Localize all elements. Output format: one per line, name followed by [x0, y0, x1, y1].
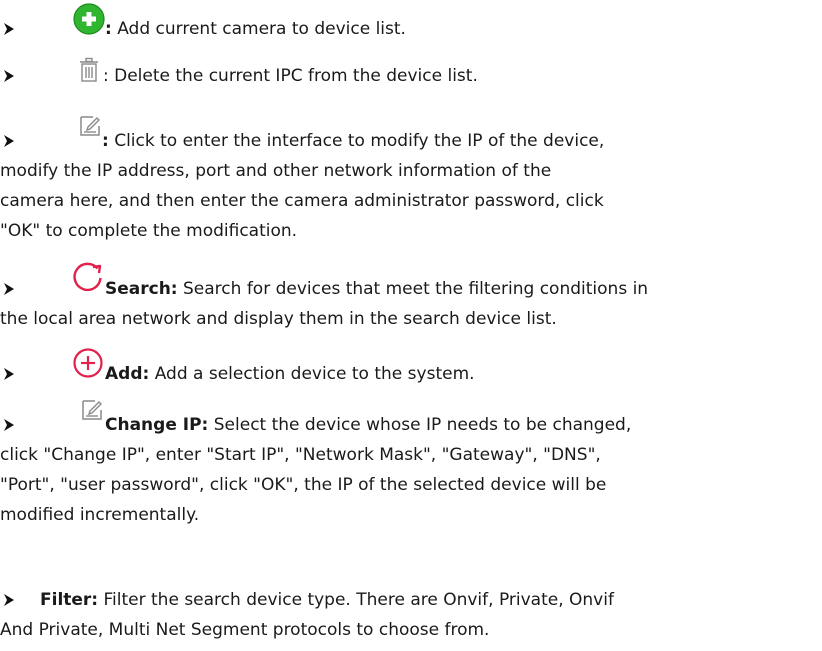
arrow-bullet-icon	[4, 70, 14, 82]
refresh-icon	[73, 262, 102, 291]
bullet-item-add: Add: Add a selection device to the syste…	[0, 348, 822, 389]
item-text: : Delete the current IPC from the device…	[103, 66, 478, 86]
edit-icon	[80, 116, 100, 136]
trash-icon	[80, 57, 98, 82]
item-text-continuation: "OK" to complete the modification.	[0, 221, 298, 241]
item-text: Add a selection device to the system.	[149, 364, 475, 384]
item-text-continuation: modified incrementally.	[0, 505, 200, 525]
arrow-bullet-icon	[4, 283, 14, 295]
add-green-circle-icon	[73, 3, 105, 35]
item-label: :	[105, 19, 112, 39]
item-text-continuation: "Port", "user password", click "OK", the…	[0, 475, 607, 495]
arrow-bullet-icon	[4, 368, 14, 380]
arrow-bullet-icon	[4, 23, 14, 35]
bullet-item-change-ip: Change IP: Select the device whose IP ne…	[0, 400, 822, 530]
item-text: Filter the search device type. There are…	[98, 590, 614, 610]
item-text: Search for devices that meet the filteri…	[177, 279, 649, 299]
add-circle-outline-icon	[73, 348, 103, 378]
item-label: Filter:	[40, 590, 99, 610]
item-label: Change IP:	[105, 415, 209, 435]
arrow-bullet-icon	[4, 594, 14, 606]
bullet-item-add-camera: : Add current camera to device list.	[0, 3, 822, 44]
arrow-bullet-icon	[4, 135, 14, 147]
item-text: Click to enter the interface to modify t…	[108, 131, 605, 151]
item-text-continuation: click "Change IP", enter "Start IP", "Ne…	[0, 445, 601, 465]
bullet-item-filter: Filter: Filter the search device type. T…	[0, 585, 822, 645]
bullet-item-search: Search: Search for devices that meet the…	[0, 262, 822, 334]
bullet-item-delete-ipc: : Delete the current IPC from the device…	[0, 57, 822, 91]
arrow-bullet-icon	[4, 419, 14, 431]
item-label: :	[102, 131, 109, 151]
edit-icon	[82, 400, 102, 420]
item-text-continuation: the local area network and display them …	[0, 309, 557, 329]
item-text: Add current camera to device list.	[111, 19, 406, 39]
item-text-continuation: camera here, and then enter the camera a…	[0, 191, 604, 211]
item-text: Select the device whose IP needs to be c…	[208, 415, 632, 435]
item-label: Search:	[105, 279, 178, 299]
bullet-item-modify-ip: : Click to enter the interface to modify…	[0, 116, 822, 246]
item-text-continuation: And Private, Multi Net Segment protocols…	[0, 620, 490, 640]
item-text-continuation: modify the IP address, port and other ne…	[0, 161, 552, 181]
item-label: Add:	[105, 364, 150, 384]
